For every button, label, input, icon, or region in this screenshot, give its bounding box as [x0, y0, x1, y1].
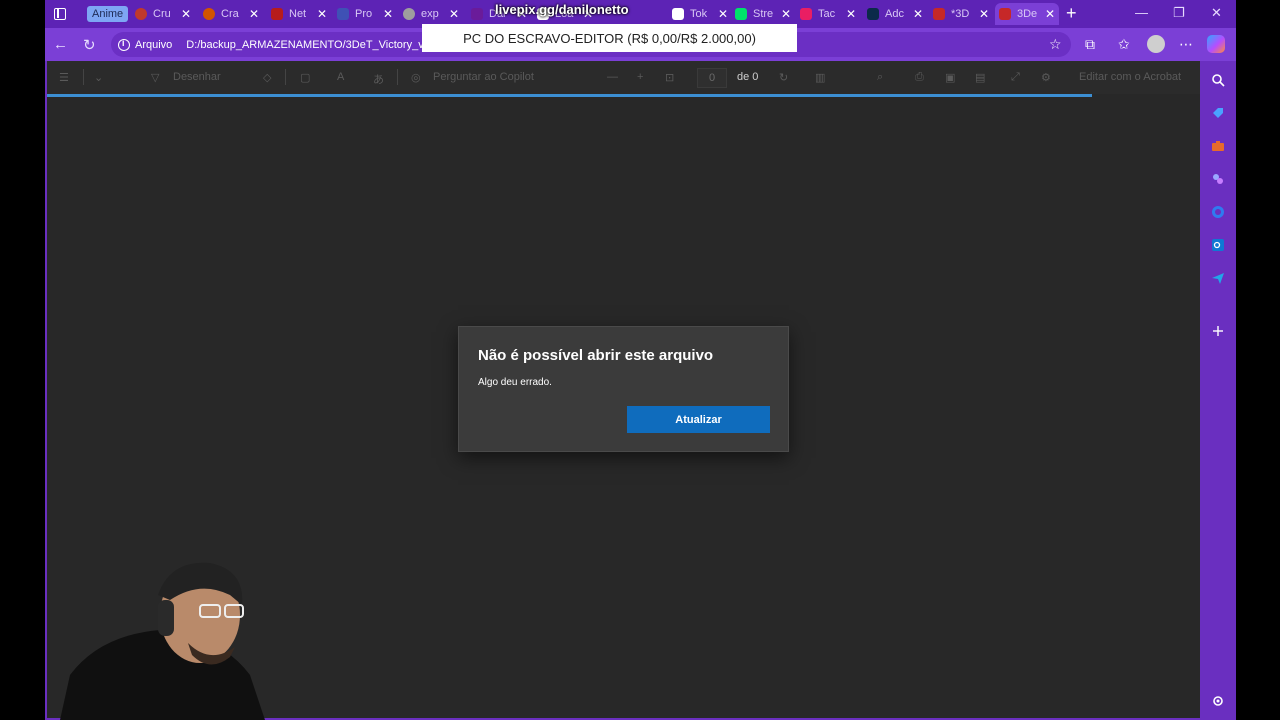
- tab-favicon-icon: [672, 8, 684, 20]
- tab-item[interactable]: Tok ✕: [672, 3, 728, 25]
- close-icon[interactable]: ✕: [781, 7, 791, 21]
- ask-copilot-label[interactable]: Perguntar ao Copilot: [433, 71, 534, 83]
- close-icon[interactable]: ✕: [383, 7, 393, 21]
- translate-icon[interactable]: あ: [373, 71, 384, 87]
- close-icon[interactable]: ✕: [846, 7, 856, 21]
- edge-sidebar: [1200, 61, 1236, 718]
- edit-with-acrobat[interactable]: Editar com o Acrobat: [1079, 71, 1181, 83]
- info-icon[interactable]: [118, 38, 130, 51]
- close-icon[interactable]: ✕: [249, 7, 259, 21]
- extensions-icon[interactable]: ⧉: [1085, 36, 1095, 53]
- avatar[interactable]: [1147, 35, 1165, 53]
- search-icon[interactable]: [1211, 73, 1225, 87]
- tab-item[interactable]: Tac ✕: [800, 3, 856, 25]
- tab-favicon-icon: [203, 8, 215, 20]
- tab-favicon-icon: [271, 8, 283, 20]
- tab-favicon-icon: [471, 8, 483, 20]
- tab-favicon-icon: [735, 8, 747, 20]
- outlook-icon[interactable]: [1211, 238, 1225, 252]
- zoom-in-icon[interactable]: +: [637, 71, 643, 83]
- zoom-out-icon[interactable]: —: [607, 71, 618, 83]
- tab-favicon-icon: [867, 8, 879, 20]
- close-icon[interactable]: ✕: [449, 7, 459, 21]
- more-options-icon[interactable]: ⋯: [1179, 36, 1193, 53]
- tab-item[interactable]: exp ✕: [403, 3, 459, 25]
- favorites-icon[interactable]: ✩: [1118, 36, 1130, 53]
- send-icon[interactable]: [1211, 271, 1225, 285]
- save-icon[interactable]: ▣: [945, 71, 955, 84]
- sidebar-settings-icon[interactable]: [1211, 694, 1225, 708]
- tab-item[interactable]: Adc ✕: [867, 3, 923, 25]
- close-icon[interactable]: ✕: [1045, 7, 1055, 21]
- refresh-button[interactable]: Atualizar: [627, 406, 770, 433]
- close-icon[interactable]: ✕: [317, 7, 327, 21]
- copilot-small-icon[interactable]: ◎: [411, 71, 421, 84]
- save-as-icon[interactable]: ▤: [975, 71, 985, 84]
- tab-item[interactable]: *3D ✕: [933, 3, 989, 25]
- print-icon[interactable]: ⎙: [915, 71, 924, 84]
- tab-item[interactable]: Cru ✕: [135, 3, 191, 25]
- dialog-title: Não é possível abrir este arquivo: [478, 347, 714, 364]
- fullscreen-icon[interactable]: ⤢: [1011, 71, 1020, 84]
- refresh-icon[interactable]: ↻: [83, 36, 96, 54]
- tab-favicon-icon: [337, 8, 349, 20]
- rotate-icon[interactable]: ↻: [779, 71, 788, 84]
- minimize-icon[interactable]: —: [1135, 5, 1148, 20]
- close-icon[interactable]: ✕: [181, 7, 191, 21]
- add-icon[interactable]: [1211, 324, 1225, 338]
- favorite-star-icon[interactable]: ☆: [1049, 36, 1062, 53]
- fit-page-icon[interactable]: ⊡: [665, 71, 674, 84]
- search-icon[interactable]: ⌕: [877, 71, 883, 84]
- tab-favicon-icon: [933, 8, 945, 20]
- tab-actions-icon[interactable]: [51, 5, 69, 23]
- close-icon[interactable]: ✕: [718, 7, 728, 21]
- tab-item[interactable]: Cra ✕: [203, 3, 259, 25]
- restore-icon[interactable]: ❐: [1173, 5, 1185, 21]
- tab-group-anime[interactable]: Anime: [87, 6, 129, 22]
- webcam-streamer: [60, 562, 265, 720]
- donation-goal-overlay: PC DO ESCRAVO-EDITOR (R$ 0,00/R$ 2.000,0…: [422, 24, 797, 52]
- tab-item[interactable]: Pro ✕: [337, 3, 393, 25]
- page-view-icon[interactable]: ▥: [815, 71, 825, 84]
- divider: [285, 69, 286, 85]
- divider: [397, 69, 398, 85]
- page-number-input[interactable]: 0: [697, 68, 727, 88]
- new-tab-button[interactable]: +: [1066, 3, 1077, 24]
- livepix-overlay: livepix.gg/danilonetto: [495, 2, 629, 17]
- pdf-toolbar: ☰ ⌄ ▽ Desenhar ◇ ▢ A あ ◎ Perguntar ao Co…: [47, 61, 1200, 94]
- dialog-message: Algo deu errado.: [478, 377, 552, 388]
- shopping-tag-icon[interactable]: [1211, 106, 1225, 120]
- tab-favicon-icon: [135, 8, 147, 20]
- tab-item[interactable]: Stre ✕: [735, 3, 791, 25]
- contents-icon[interactable]: ☰: [59, 71, 69, 84]
- tab-favicon-icon: [403, 8, 415, 20]
- tab-item[interactable]: Net ✕: [271, 3, 327, 25]
- copilot-icon[interactable]: [1207, 35, 1225, 53]
- tab-item-active[interactable]: 3De ✕: [995, 3, 1060, 25]
- games-icon[interactable]: [1211, 172, 1225, 186]
- scheme-label: Arquivo: [135, 38, 173, 51]
- close-icon[interactable]: ✕: [913, 7, 923, 21]
- read-aloud-icon[interactable]: A: [337, 71, 344, 83]
- close-window-icon[interactable]: ✕: [1211, 5, 1222, 21]
- draw-label[interactable]: Desenhar: [173, 71, 221, 83]
- draw-icon[interactable]: ▽: [151, 71, 159, 84]
- text-box-icon[interactable]: ▢: [300, 71, 310, 84]
- settings-icon[interactable]: ⚙: [1041, 71, 1051, 84]
- close-icon[interactable]: ✕: [979, 7, 989, 21]
- page-total: de 0: [737, 71, 759, 83]
- tab-favicon-icon: [800, 8, 812, 20]
- tools-icon[interactable]: [1211, 139, 1225, 153]
- loading-progress-bar: [47, 94, 1092, 97]
- divider: [83, 69, 84, 85]
- microsoft-365-icon[interactable]: [1211, 205, 1225, 219]
- error-dialog: Não é possível abrir este arquivo Algo d…: [458, 326, 789, 452]
- url-text[interactable]: D:/backup_ARMAZENAMENTO/3DeT_Victory_v2: [186, 39, 431, 51]
- highlight-icon[interactable]: ⌄: [94, 71, 103, 84]
- eraser-icon[interactable]: ◇: [263, 71, 271, 84]
- tab-favicon-icon: [999, 8, 1011, 20]
- back-icon[interactable]: ←: [53, 36, 68, 53]
